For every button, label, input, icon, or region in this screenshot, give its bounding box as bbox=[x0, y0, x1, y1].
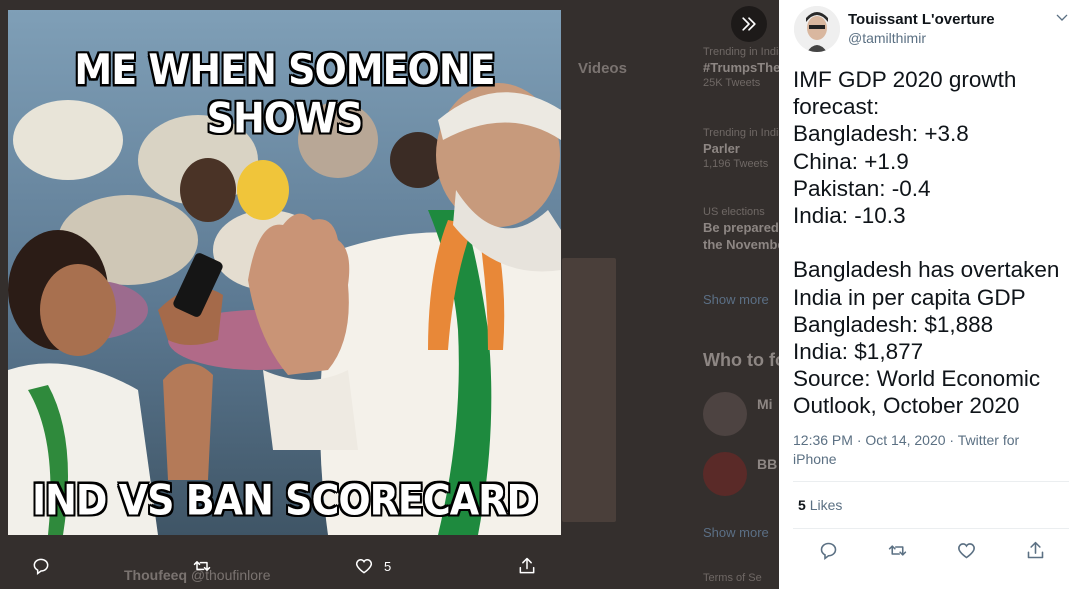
tweet-line: Bangladesh: +3.8 bbox=[793, 121, 969, 147]
bg-account-2: BB bbox=[703, 452, 779, 496]
tweet-line: India in per capita GDP bbox=[793, 284, 1026, 310]
bg-trend-category: US elections bbox=[703, 206, 765, 218]
avatar bbox=[703, 452, 747, 496]
tweet-line: China: +1.9 bbox=[793, 148, 909, 174]
bg-account-1: Mi bbox=[703, 392, 779, 436]
avatar[interactable] bbox=[794, 6, 840, 52]
bg-show-more-2: Show more bbox=[703, 525, 769, 540]
avatar-illustration bbox=[794, 6, 840, 52]
divider bbox=[793, 528, 1069, 529]
tweet-line: India: $1,877 bbox=[793, 339, 924, 365]
share-icon bbox=[1027, 541, 1044, 559]
likes-count: 5 bbox=[798, 497, 806, 513]
tweet-line: Source: World Economic bbox=[793, 366, 1041, 392]
bg-account-name: BB bbox=[757, 456, 778, 472]
image-like-count: 5 bbox=[384, 558, 392, 574]
bg-trend-name: Be prepared to vote in bbox=[703, 220, 779, 235]
bg-trend-name-2: the November bbox=[703, 237, 779, 252]
bg-user-name: Thoufeeq bbox=[124, 567, 187, 583]
tweet-line: Pakistan: -0.4 bbox=[793, 175, 931, 201]
bg-trend-2: Trending in India Parler 1,196 Tweets bbox=[703, 127, 779, 170]
tweet-text: IMF GDP 2020 growth forecast: Bangladesh… bbox=[793, 66, 1077, 420]
bg-trend-name: Parler bbox=[703, 141, 740, 156]
user-handle[interactable]: @tamilthimir bbox=[848, 30, 926, 46]
likes-label: Likes bbox=[809, 497, 843, 513]
tweet-line: India: -10.3 bbox=[793, 203, 906, 229]
tweet-timestamp[interactable]: 12:36 PM · Oct 14, 2020 · Twitter for iP… bbox=[793, 431, 1063, 469]
bg-trend-name: #TrumpsTheOne bbox=[703, 60, 779, 75]
reply-icon bbox=[820, 542, 837, 560]
share-icon bbox=[519, 557, 535, 574]
display-name[interactable]: Touissant L'overture bbox=[848, 11, 995, 28]
heart-icon bbox=[355, 558, 373, 574]
reply-button[interactable] bbox=[818, 540, 839, 566]
bg-terms: Terms of Se bbox=[703, 572, 762, 584]
divider bbox=[793, 481, 1069, 482]
retweet-icon bbox=[888, 545, 907, 556]
tweet-line: forecast: bbox=[793, 94, 880, 120]
retweet-icon bbox=[193, 561, 211, 571]
bg-tab-videos: Videos bbox=[578, 60, 627, 77]
bg-trend-1: Trending in India #TrumpsTheOne 25K Twee… bbox=[703, 46, 779, 89]
meme-image[interactable]: ME WHEN SOMEONE SHOWS IND VS BAN SCORECA… bbox=[8, 10, 561, 535]
avatar bbox=[703, 392, 747, 436]
likes-summary[interactable]: 5 Likes bbox=[798, 497, 842, 513]
meme-top-caption: ME WHEN SOMEONE SHOWS bbox=[74, 45, 495, 143]
chevron-down-icon bbox=[1056, 14, 1068, 21]
chevron-double-right-icon bbox=[742, 17, 756, 31]
image-share-button[interactable] bbox=[517, 556, 537, 576]
tweet-line: Bangladesh: $1,888 bbox=[793, 311, 994, 337]
retweet-button[interactable] bbox=[887, 540, 908, 566]
heart-icon bbox=[958, 543, 975, 559]
bg-trend-3: US elections Be prepared to vote in the … bbox=[703, 206, 779, 252]
more-options-button[interactable] bbox=[1054, 10, 1070, 31]
tweet-line: Outlook, October 2020 bbox=[793, 393, 1020, 419]
tweet-panel: Touissant L'overture @tamilthimir IMF GD… bbox=[779, 0, 1080, 589]
bg-trend-count: 25K Tweets bbox=[703, 77, 761, 89]
image-reply-button[interactable] bbox=[31, 556, 51, 576]
bg-trend-count: 1,196 Tweets bbox=[703, 158, 769, 170]
bg-show-more: Show more bbox=[703, 292, 769, 307]
reply-icon bbox=[33, 558, 49, 575]
image-like-button[interactable]: 5 bbox=[354, 556, 391, 576]
next-button[interactable] bbox=[731, 6, 767, 42]
like-button[interactable] bbox=[956, 540, 977, 566]
tweet-line: Bangladesh has overtaken bbox=[793, 257, 1060, 283]
image-retweet-button[interactable] bbox=[192, 556, 212, 576]
bg-poster bbox=[562, 258, 616, 522]
tweet-line-break bbox=[793, 229, 1077, 256]
bg-trend-category: Trending in India bbox=[703, 127, 779, 139]
bg-trend-category: Trending in India bbox=[703, 46, 779, 58]
bg-account-name: Mi bbox=[757, 396, 773, 412]
meme-bottom-caption: IND VS BAN SCORECARD bbox=[31, 475, 538, 525]
share-button[interactable] bbox=[1025, 540, 1046, 566]
tweet-line: IMF GDP 2020 growth bbox=[793, 67, 1017, 92]
